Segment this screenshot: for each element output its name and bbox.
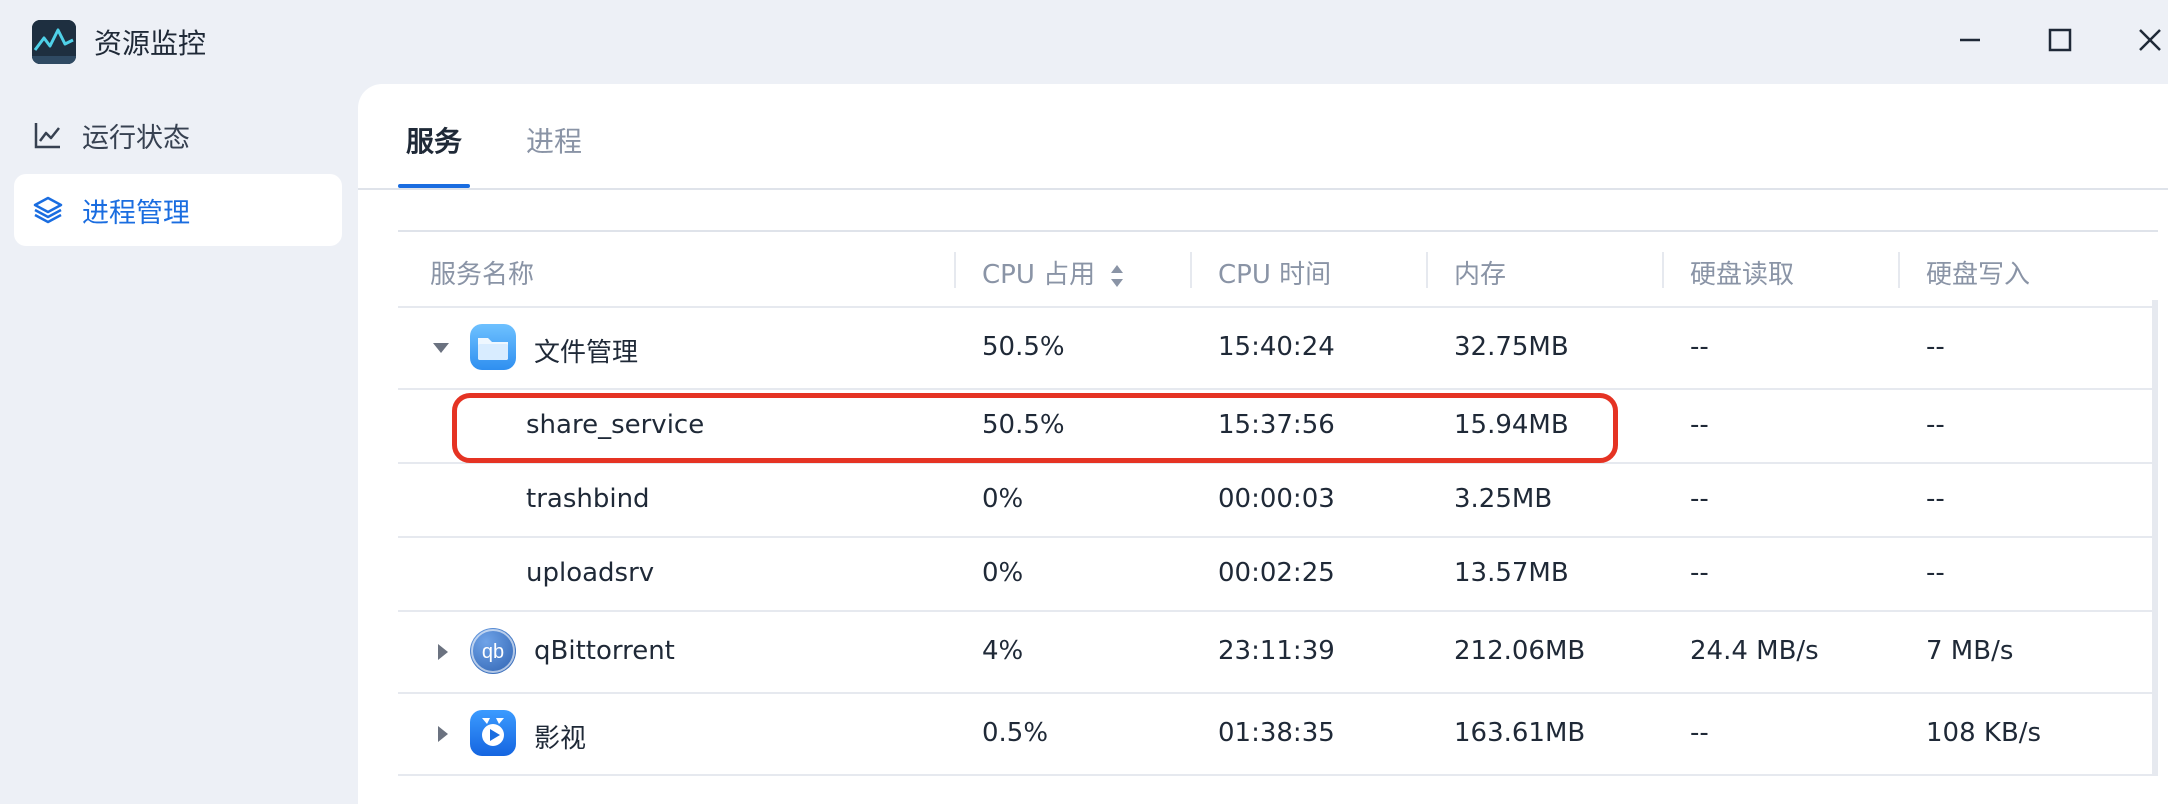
cpu-usage: 0.5% (982, 718, 1049, 748)
close-icon (2139, 29, 2161, 51)
memory: 212.06MB (1454, 636, 1586, 666)
table-row-trashbind[interactable]: trashbind 0% 00:00:03 3.25MB -- -- (398, 464, 2158, 538)
table-row-file-manager[interactable]: 文件管理 50.5% 15:40:24 32.75MB -- -- (398, 308, 2158, 390)
disk-read: -- (1690, 332, 1709, 362)
disk-read: -- (1690, 484, 1709, 514)
cpu-usage: 4% (982, 636, 1024, 666)
highlight-annotation (452, 393, 1618, 463)
video-app-icon (470, 710, 516, 756)
services-table: 服务名称 CPU 占用 CPU 时间 内存 硬盘读取 硬盘写入 文件管理 50.… (398, 230, 2158, 776)
column-header-cpu-time[interactable]: CPU 时间 (1218, 254, 1331, 291)
disk-write: -- (1926, 484, 1945, 514)
minimize-button[interactable] (1946, 18, 1994, 62)
sort-icon (1111, 264, 1124, 287)
memory: 13.57MB (1454, 558, 1569, 588)
activity-monitor-icon (32, 20, 76, 64)
disk-write: 108 KB/s (1926, 718, 2042, 748)
close-button[interactable] (2126, 18, 2168, 62)
memory: 163.61MB (1454, 718, 1586, 748)
sidebar-item-label: 进程管理 (82, 197, 190, 229)
column-header-label: CPU 占用 (982, 260, 1096, 290)
column-divider[interactable] (1662, 252, 1664, 288)
disk-read: -- (1690, 718, 1709, 748)
service-name: 文件管理 (534, 338, 639, 368)
column-divider[interactable] (1190, 252, 1192, 288)
service-name: trashbind (526, 484, 650, 514)
cpu-usage: 0% (982, 484, 1024, 514)
table-row-uploadsrv[interactable]: uploadsrv 0% 00:02:25 13.57MB -- -- (398, 538, 2158, 612)
column-header-cpu-usage[interactable]: CPU 占用 (982, 254, 1125, 291)
sidebar-item-status[interactable]: 运行状态 (14, 99, 342, 171)
minimize-icon (1960, 38, 1980, 42)
column-header-disk-write[interactable]: 硬盘写入 (1926, 254, 2030, 291)
column-header-memory[interactable]: 内存 (1454, 254, 1506, 291)
tab-processes[interactable]: 进程 (526, 120, 582, 160)
service-name: qBittorrent (534, 636, 675, 666)
active-tab-indicator (398, 184, 470, 188)
chevron-down-icon[interactable] (430, 337, 452, 359)
chevron-right-icon[interactable] (432, 723, 454, 745)
cpu-time: 23:11:39 (1218, 636, 1335, 666)
sidebar-item-process-management[interactable]: 进程管理 (14, 174, 342, 246)
window-title: 资源监控 (94, 27, 207, 60)
table-scrollbar[interactable] (2152, 300, 2158, 776)
cpu-usage: 0% (982, 558, 1024, 588)
cpu-usage: 50.5% (982, 332, 1065, 362)
qbittorrent-icon: qb (470, 628, 516, 674)
maximize-button[interactable] (2036, 18, 2084, 62)
disk-write: -- (1926, 410, 1945, 440)
cpu-time: 00:02:25 (1218, 558, 1335, 588)
column-header-disk-read[interactable]: 硬盘读取 (1690, 254, 1794, 291)
disk-read: 24.4 MB/s (1690, 636, 1819, 666)
table-row-video[interactable]: 影视 0.5% 01:38:35 163.61MB -- 108 KB/s (398, 694, 2158, 776)
disk-read: -- (1690, 558, 1709, 588)
service-name: uploadsrv (526, 558, 655, 588)
disk-write: -- (1926, 332, 1945, 362)
column-divider[interactable] (1898, 252, 1900, 288)
layers-icon (33, 196, 63, 224)
disk-read: -- (1690, 410, 1709, 440)
maximize-icon (2048, 28, 2072, 52)
cpu-time: 01:38:35 (1218, 718, 1335, 748)
disk-write: -- (1926, 558, 1945, 588)
line-chart-icon (34, 123, 60, 149)
cpu-time: 00:00:03 (1218, 484, 1335, 514)
chevron-right-icon[interactable] (432, 641, 454, 663)
tab-services[interactable]: 服务 (406, 120, 462, 160)
folder-icon (470, 324, 516, 370)
tab-bar: 服务 进程 (358, 84, 2168, 190)
cpu-time: 15:40:24 (1218, 332, 1335, 362)
svg-text:qb: qb (482, 641, 504, 663)
table-header: 服务名称 CPU 占用 CPU 时间 内存 硬盘读取 硬盘写入 (398, 230, 2158, 308)
table-row-qbittorrent[interactable]: qb qBittorrent 4% 23:11:39 212.06MB 24.4… (398, 612, 2158, 694)
column-divider[interactable] (1426, 252, 1428, 288)
service-name: 影视 (534, 724, 587, 754)
sidebar-item-label: 运行状态 (82, 122, 190, 154)
column-header-service-name[interactable]: 服务名称 (430, 254, 534, 291)
memory: 32.75MB (1454, 332, 1569, 362)
column-divider[interactable] (954, 252, 956, 288)
memory: 3.25MB (1454, 484, 1553, 514)
disk-write: 7 MB/s (1926, 636, 2014, 666)
title-bar: 资源监控 (0, 0, 2168, 80)
